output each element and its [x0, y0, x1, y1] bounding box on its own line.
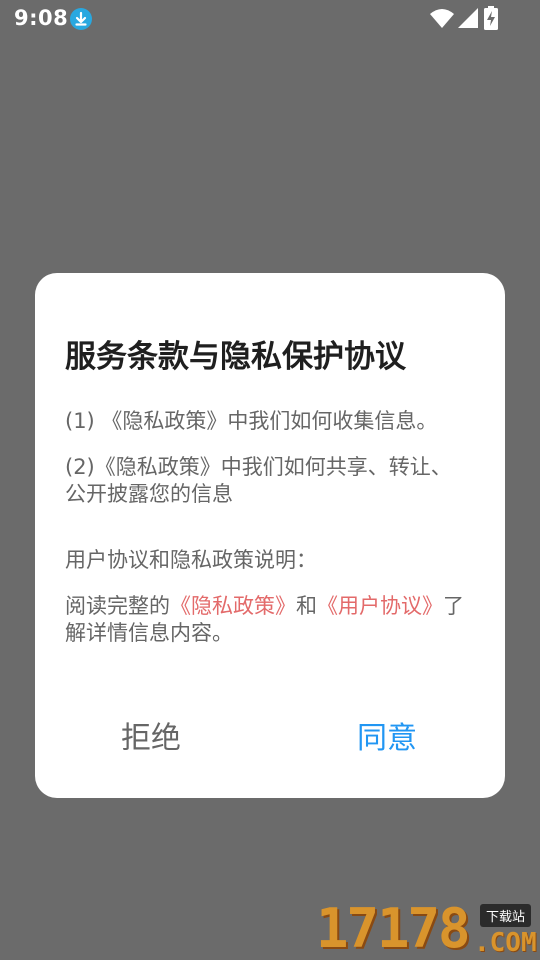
status-bar: 9:08 [0, 0, 540, 38]
paragraph-policy-heading: 用户协议和隐私政策说明： [65, 548, 317, 572]
signal-icon [458, 8, 478, 28]
user-agreement-link[interactable]: 《用户协议》 [317, 594, 443, 618]
paragraph-share-info: (2)《隐私政策》中我们如何共享、转让、公开披露您的信息 [65, 455, 452, 506]
dialog-title: 服务条款与隐私保护协议 [65, 339, 406, 375]
paragraph-collect-info: (1) 《隐私政策》中我们如何收集信息。 [65, 409, 438, 433]
read-full-prefix: 阅读完整的 [65, 594, 170, 618]
agree-button[interactable]: 同意 [357, 713, 417, 757]
status-time: 9:08 [14, 6, 69, 30]
reject-button[interactable]: 拒绝 [121, 713, 181, 757]
privacy-dialog: 服务条款与隐私保护协议 (1) 《隐私政策》中我们如何收集信息。 (2)《隐私政… [35, 273, 505, 798]
download-icon [70, 8, 92, 30]
paragraph-read-full: 阅读完整的《隐私政策》和《用户协议》了解详情信息内容。 [65, 593, 465, 647]
privacy-policy-link[interactable]: 《隐私政策》 [170, 594, 296, 618]
watermark-badge: 下载站 [480, 904, 532, 927]
wifi-icon [430, 9, 454, 28]
watermark-number: 17178 [316, 897, 471, 960]
battery-charging-icon [484, 6, 498, 30]
site-watermark: 17178 下载站 .COM [312, 898, 540, 960]
watermark-domain: .COM [474, 928, 537, 958]
read-full-middle: 和 [296, 594, 317, 618]
